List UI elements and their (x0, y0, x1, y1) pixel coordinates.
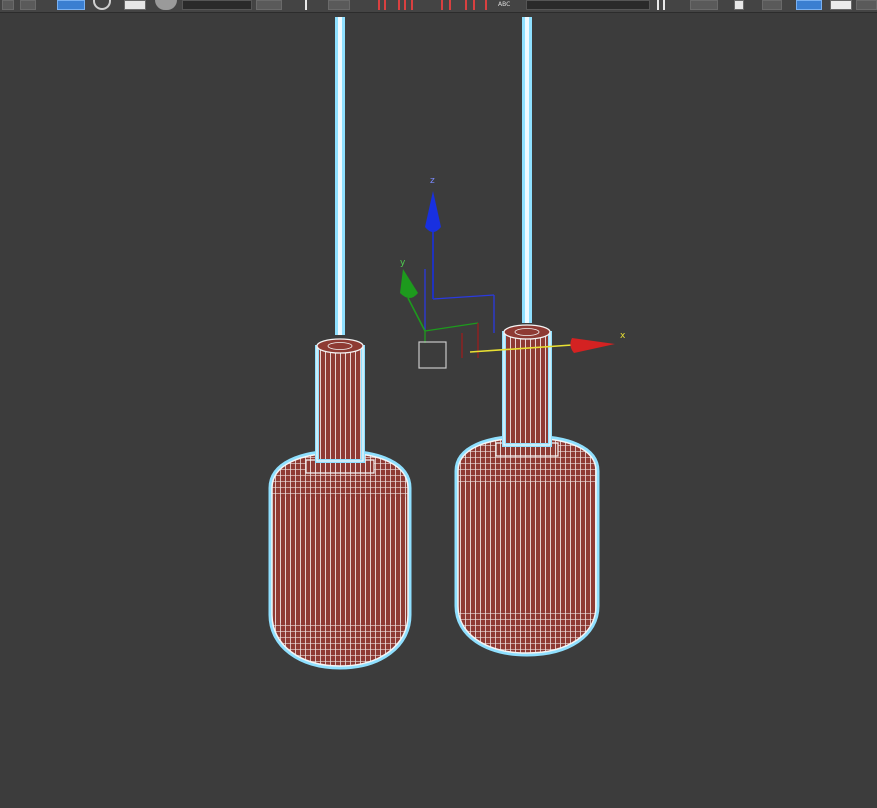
gizmo-z-label: z (430, 176, 435, 186)
abc-label: ABC (498, 1, 511, 8)
select-move-button[interactable] (57, 0, 85, 10)
angle-snap-icon[interactable] (398, 0, 400, 10)
select-region-button[interactable] (2, 0, 14, 10)
spinner-snap-icon[interactable] (441, 0, 443, 10)
align-icon[interactable] (485, 0, 487, 10)
lamp-body-right (458, 438, 596, 653)
mirror-icon-2[interactable] (473, 0, 475, 10)
curve-editor-button[interactable] (690, 0, 718, 10)
rendered-frame-window-button[interactable] (830, 0, 852, 10)
select-scale-button[interactable] (124, 0, 146, 10)
snap-toggle-icon-2[interactable] (384, 0, 386, 10)
reference-coordinate-dropdown[interactable] (182, 0, 252, 10)
schematic-view-button[interactable] (734, 0, 744, 10)
select-rotate-icon[interactable] (93, 0, 111, 10)
mirror-icon[interactable] (465, 0, 467, 10)
pivot-center-button[interactable] (256, 0, 282, 10)
layer-explorer-icon-2[interactable] (663, 0, 665, 10)
lamp-cap-left (316, 338, 364, 354)
lamp-cord-right (525, 17, 529, 323)
lamp-cap-right (503, 324, 551, 340)
render-setup-button[interactable] (796, 0, 822, 10)
lamp-body-left (272, 453, 408, 666)
snap-toggle-icon[interactable] (378, 0, 380, 10)
lamp-neck-left (315, 345, 365, 463)
select-link-icon[interactable] (305, 0, 307, 10)
unlink-button[interactable] (328, 0, 350, 10)
viewport-background (0, 13, 877, 808)
lamp-cord-left (338, 17, 342, 335)
main-toolbar: ABC (0, 0, 877, 13)
percent-snap-icon[interactable] (411, 0, 413, 10)
max-application-window: { "toolbar": { "abc_label": "ABC", "acce… (0, 0, 877, 808)
layer-explorer-icon[interactable] (657, 0, 659, 10)
material-editor-button[interactable] (762, 0, 782, 10)
spinner-snap-icon-2[interactable] (449, 0, 451, 10)
window-crossing-button[interactable] (20, 0, 36, 10)
angle-snap-icon-2[interactable] (404, 0, 406, 10)
perspective-viewport[interactable]: z y x (0, 13, 877, 808)
render-production-button[interactable] (856, 0, 877, 10)
named-selection-sets-dropdown[interactable] (526, 0, 650, 10)
gizmo-x-label: x (620, 331, 626, 341)
gizmo-y-label: y (400, 258, 406, 268)
placement-icon[interactable] (155, 0, 177, 10)
